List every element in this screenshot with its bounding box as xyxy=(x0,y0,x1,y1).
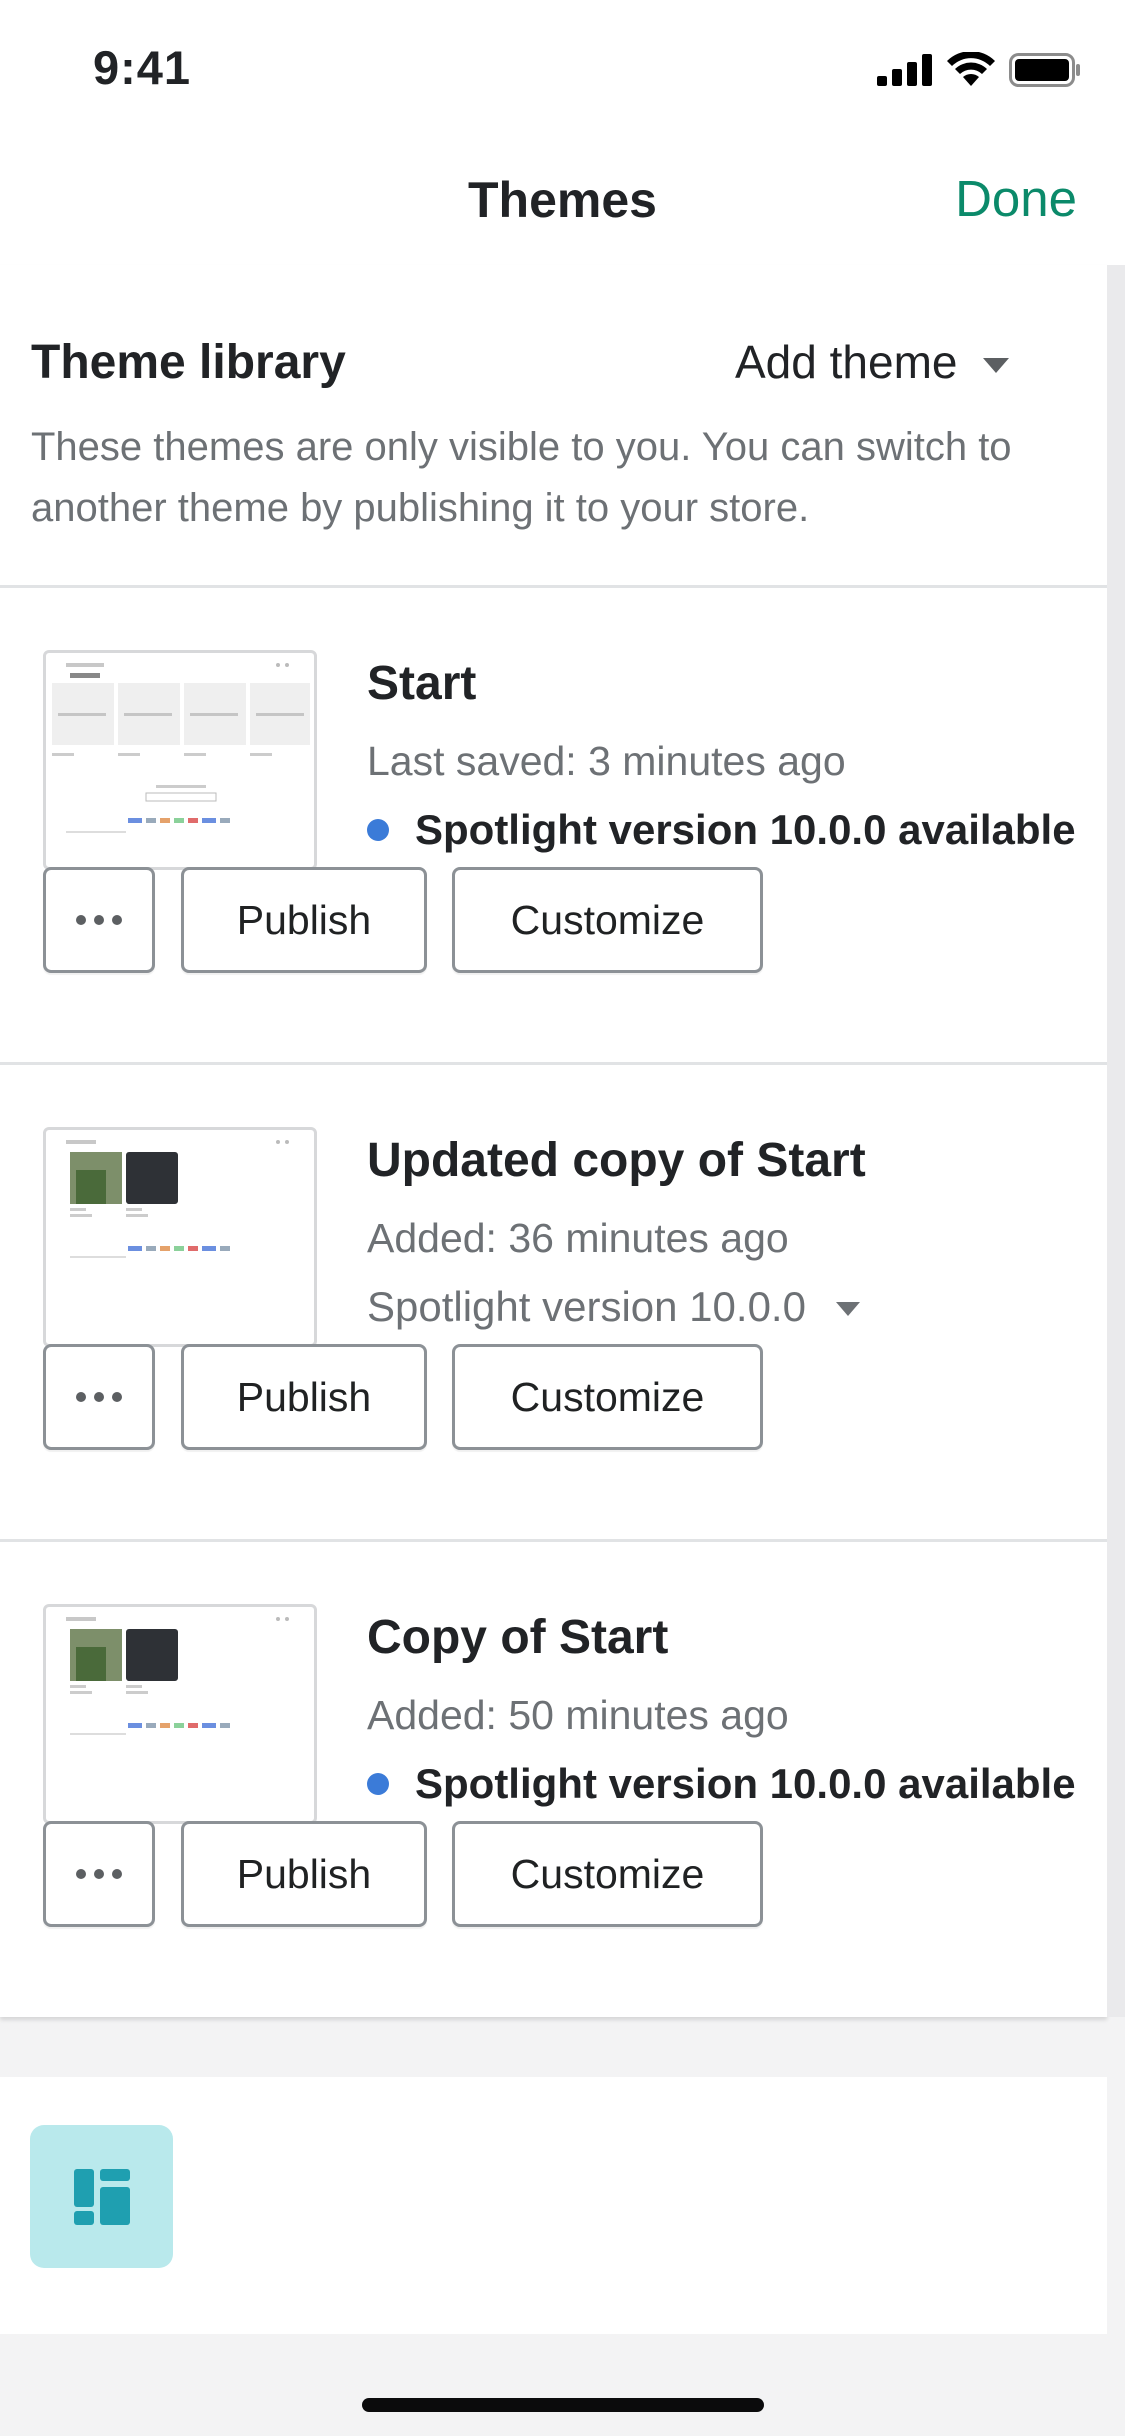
theme-row-start: Start Last saved: 3 minutes ago Spotligh… xyxy=(0,588,1107,1063)
status-bar: 9:41 xyxy=(0,0,1125,135)
theme-library-description: These themes are only visible to you. Yo… xyxy=(31,425,1012,530)
status-time: 9:41 xyxy=(93,41,192,94)
battery-icon xyxy=(1009,53,1080,87)
customize-button[interactable]: Customize xyxy=(452,867,763,973)
bottom-panel xyxy=(0,2077,1107,2334)
customize-button[interactable]: Customize xyxy=(452,1821,763,1927)
theme-added-time: Added: 36 minutes ago xyxy=(367,1215,789,1261)
caret-down-icon xyxy=(983,357,1010,373)
add-theme-button[interactable]: Add theme xyxy=(735,335,1010,389)
layout-grid-icon xyxy=(73,2168,130,2225)
publish-button[interactable]: Publish xyxy=(181,1344,427,1450)
wifi-icon xyxy=(947,52,995,86)
theme-preview-image xyxy=(52,663,310,833)
more-horizontal-icon xyxy=(76,915,122,925)
theme-library-card: Theme library Add theme These themes are… xyxy=(0,265,1107,2017)
more-actions-button[interactable] xyxy=(43,1344,155,1450)
publish-button[interactable]: Publish xyxy=(181,1821,427,1927)
theme-thumbnail xyxy=(43,1604,317,1824)
home-indicator[interactable] xyxy=(362,2398,764,2412)
theme-version-dropdown[interactable]: Spotlight version 10.0.0 xyxy=(367,1283,860,1331)
navigation-bar: Themes Done xyxy=(0,135,1125,265)
cellular-signal-icon xyxy=(877,54,932,86)
theme-last-saved: Last saved: 3 minutes ago xyxy=(367,738,846,784)
app-tile-button[interactable] xyxy=(30,2125,173,2268)
version-label: Spotlight version 10.0.0 xyxy=(367,1283,806,1330)
update-dot-icon xyxy=(367,1773,389,1795)
add-theme-label: Add theme xyxy=(735,336,958,388)
theme-name: Start xyxy=(367,657,477,710)
more-horizontal-icon xyxy=(76,1392,122,1402)
scroll-edge xyxy=(1107,265,1125,2017)
theme-added-time: Added: 50 minutes ago xyxy=(367,1692,789,1738)
theme-version-available[interactable]: Spotlight version 10.0.0 available xyxy=(367,806,1076,854)
theme-preview-image xyxy=(66,1140,289,1258)
themes-screen: 9:41 Themes Done Theme library Add theme… xyxy=(0,0,1125,2436)
theme-thumbnail xyxy=(43,1127,317,1347)
theme-name: Copy of Start xyxy=(367,1611,669,1664)
bottom-safe-area xyxy=(0,2334,1125,2436)
more-actions-button[interactable] xyxy=(43,867,155,973)
version-label: Spotlight version 10.0.0 available xyxy=(415,1760,1076,1807)
more-actions-button[interactable] xyxy=(43,1821,155,1927)
done-button[interactable]: Done xyxy=(955,169,1077,228)
theme-version-available[interactable]: Spotlight version 10.0.0 available xyxy=(367,1760,1076,1808)
theme-preview-image xyxy=(66,1617,289,1735)
caret-down-icon xyxy=(835,1302,860,1316)
more-horizontal-icon xyxy=(76,1869,122,1879)
customize-button[interactable]: Customize xyxy=(452,1344,763,1450)
version-label: Spotlight version 10.0.0 available xyxy=(415,806,1076,853)
theme-row-updated-copy: Updated copy of Start Added: 36 minutes … xyxy=(0,1065,1107,1540)
theme-name: Updated copy of Start xyxy=(367,1134,866,1187)
status-icons xyxy=(877,50,1081,90)
theme-thumbnail xyxy=(43,650,317,870)
theme-row-copy-of-start: Copy of Start Added: 50 minutes ago Spot… xyxy=(0,1542,1107,2017)
theme-library-title: Theme library xyxy=(31,336,346,389)
publish-button[interactable]: Publish xyxy=(181,867,427,973)
update-dot-icon xyxy=(367,819,389,841)
